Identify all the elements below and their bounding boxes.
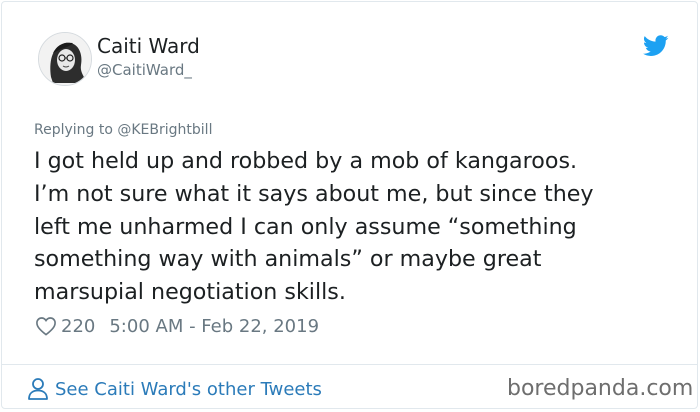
tweet-card: Caiti Ward @CaitiWard_ Replying to @KEBr… bbox=[1, 1, 698, 409]
divider bbox=[2, 364, 697, 365]
author-name[interactable]: Caiti Ward bbox=[97, 33, 200, 59]
tweet-text-line: something way with animals” or maybe gre… bbox=[34, 246, 542, 273]
author-handle[interactable]: @CaitiWard_ bbox=[97, 60, 192, 80]
like-count[interactable]: 220 bbox=[61, 316, 95, 337]
person-icon bbox=[28, 378, 48, 400]
avatar-image bbox=[39, 33, 91, 85]
tweet-timestamp[interactable]: 5:00 AM - Feb 22, 2019 bbox=[109, 316, 319, 337]
tweet-text-line: left me unharmed I can only assume “some… bbox=[34, 213, 577, 240]
reply-context[interactable]: Replying to @KEBrightbill bbox=[34, 121, 212, 139]
tweet-text-line: I got held up and robbed by a mob of kan… bbox=[34, 148, 578, 174]
tweet-text-line: I’m not sure what it says about me, but … bbox=[34, 180, 594, 207]
twitter-bird-icon[interactable] bbox=[643, 35, 669, 57]
tweet-meta: 220 5:00 AM - Feb 22, 2019 bbox=[35, 314, 319, 338]
see-other-tweets-link[interactable]: See Caiti Ward's other Tweets bbox=[27, 376, 322, 402]
tweet-text-line: marsupial negotiation skills. bbox=[34, 279, 346, 306]
tweet-text: I got held up and robbed by a mob of kan… bbox=[34, 145, 674, 309]
heart-icon[interactable] bbox=[35, 316, 57, 336]
avatar[interactable] bbox=[38, 32, 92, 86]
watermark: boredpanda.com bbox=[507, 376, 694, 401]
see-other-tweets-label[interactable]: See Caiti Ward's other Tweets bbox=[55, 379, 322, 400]
